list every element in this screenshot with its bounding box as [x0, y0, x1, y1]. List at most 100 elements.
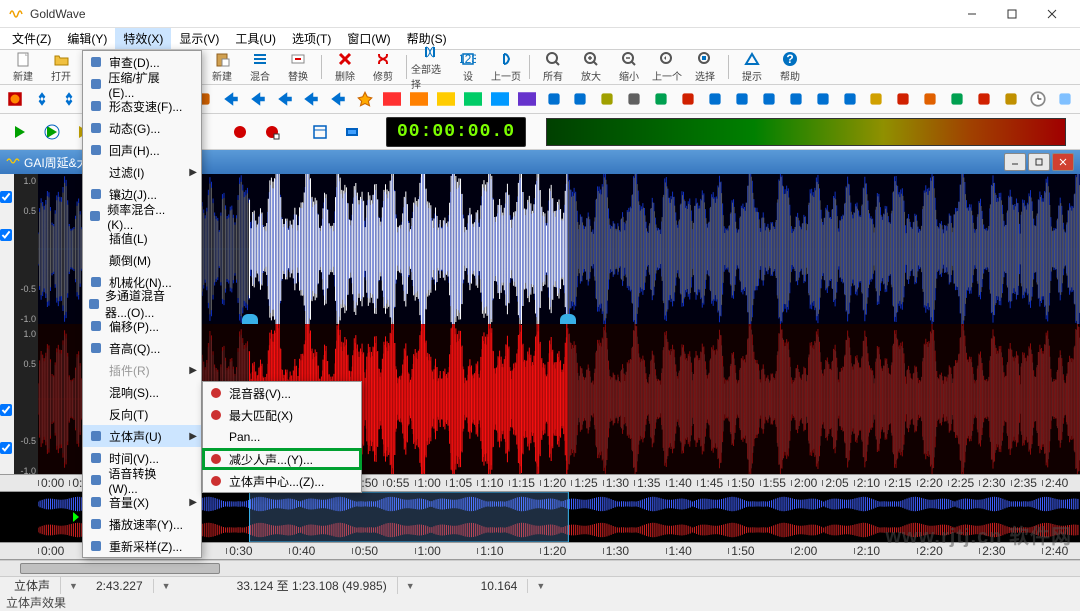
status-cursor[interactable]: 10.164	[471, 579, 529, 593]
record-sched-button[interactable]	[258, 118, 286, 146]
effect-icon-9[interactable]	[246, 87, 269, 111]
zoom-in-button[interactable]: 放大	[572, 52, 610, 82]
mix-button[interactable]: 混合	[241, 52, 279, 82]
effect-icon-0[interactable]	[4, 87, 27, 111]
selection-end-handle[interactable]	[560, 314, 576, 324]
effect-icon-14[interactable]	[381, 87, 404, 111]
zoom-out-button[interactable]: 缩小	[610, 52, 648, 82]
effect-icon-8[interactable]	[219, 87, 242, 111]
effect-icon-17[interactable]	[461, 87, 484, 111]
stereo-submenu-item-4[interactable]: 立体声中心...(Z)...	[203, 470, 361, 492]
doc-minimize-button[interactable]	[1004, 153, 1026, 171]
play-button[interactable]	[6, 118, 34, 146]
effects-menu-item-16[interactable]: 反向(T)	[83, 403, 201, 425]
effect-icon-28[interactable]	[757, 87, 780, 111]
menu-2[interactable]: 特效(X)	[115, 28, 171, 49]
effect-icon-34[interactable]	[919, 87, 942, 111]
effects-menu-item-12[interactable]: 偏移(P)...	[83, 315, 201, 337]
effect-icon-32[interactable]	[865, 87, 888, 111]
effect-icon-19[interactable]	[515, 87, 538, 111]
effects-menu-item-8[interactable]: 插值(L)	[83, 227, 201, 249]
effects-menu-item-1[interactable]: 压缩/扩展(E)...	[83, 73, 201, 95]
effect-icon-30[interactable]	[811, 87, 834, 111]
menu-3[interactable]: 显示(V)	[171, 28, 227, 49]
effect-icon-27[interactable]	[730, 87, 753, 111]
effect-icon-26[interactable]	[704, 87, 727, 111]
effects-menu-item-7[interactable]: 频率混合...(K)...	[83, 205, 201, 227]
set-button[interactable]: 123设	[449, 52, 487, 82]
last-zoom-button[interactable]: 上一个	[648, 52, 686, 82]
channel-right-checkbox[interactable]	[0, 404, 12, 416]
effects-menu-item-4[interactable]: 回声(H)...	[83, 139, 201, 161]
effect-icon-33[interactable]	[892, 87, 915, 111]
scrollbar-thumb[interactable]	[20, 563, 220, 574]
stereo-submenu-item-3[interactable]: 减少人声...(Y)...	[203, 448, 361, 470]
effects-menu-item-17[interactable]: 立体声(U)▶	[83, 425, 201, 447]
new-button[interactable]: 新建	[4, 52, 42, 82]
overview-playhead[interactable]	[73, 512, 79, 522]
effect-icon-10[interactable]	[273, 87, 296, 111]
doc-close-button[interactable]	[1052, 153, 1074, 171]
view-all-button[interactable]: 所有	[534, 52, 572, 82]
effects-menu-item-15[interactable]: 混响(S)...	[83, 381, 201, 403]
close-button[interactable]	[1032, 1, 1072, 27]
effect-icon-16[interactable]	[435, 87, 458, 111]
effect-icon-13[interactable]	[354, 87, 377, 111]
effect-icon-18[interactable]	[488, 87, 511, 111]
select-all-button[interactable]: 全部选择	[411, 52, 449, 82]
menu-1[interactable]: 编辑(Y)	[59, 28, 115, 49]
effect-icon-2[interactable]	[58, 87, 81, 111]
config-button[interactable]	[306, 118, 334, 146]
maximize-button[interactable]	[992, 1, 1032, 27]
minimize-button[interactable]	[952, 1, 992, 27]
effect-icon-20[interactable]	[542, 87, 565, 111]
effect-icon-22[interactable]	[596, 87, 619, 111]
help-button[interactable]: ?帮助	[771, 52, 809, 82]
effect-icon-36[interactable]	[973, 87, 996, 111]
cue-button[interactable]: 提示	[733, 52, 771, 82]
effect-icon-31[interactable]	[838, 87, 861, 111]
record-button[interactable]	[226, 118, 254, 146]
display-button[interactable]	[338, 118, 366, 146]
effect-icon-1[interactable]	[31, 87, 54, 111]
effects-menu-item-21[interactable]: 播放速率(Y)...	[83, 513, 201, 535]
stereo-submenu-item-2[interactable]: Pan...	[203, 426, 361, 448]
status-channel[interactable]: 立体声	[4, 577, 61, 594]
status-selection[interactable]: 33.124 至 1:23.108 (49.985)	[227, 577, 398, 594]
effect-icon-25[interactable]	[677, 87, 700, 111]
effects-menu-item-11[interactable]: 多通道混音器...(O)...	[83, 293, 201, 315]
menu-0[interactable]: 文件(Z)	[4, 28, 59, 49]
channel-left-mute[interactable]	[0, 229, 12, 241]
effects-menu-item-9[interactable]: 颠倒(M)	[83, 249, 201, 271]
menu-5[interactable]: 选项(T)	[284, 28, 339, 49]
effects-menu-item-3[interactable]: 动态(G)...	[83, 117, 201, 139]
effect-icon-11[interactable]	[300, 87, 323, 111]
zoom-sel-button[interactable]: 选择	[686, 52, 724, 82]
channel-left-checkbox[interactable]	[0, 191, 12, 203]
effects-menu-item-14[interactable]: 插件(R)▶	[83, 359, 201, 381]
horizontal-scrollbar[interactable]	[0, 560, 1080, 576]
effect-icon-24[interactable]	[650, 87, 673, 111]
effects-menu-item-19[interactable]: 语音转换(W)...	[83, 469, 201, 491]
effects-menu-item-20[interactable]: 音量(X)▶	[83, 491, 201, 513]
effect-icon-21[interactable]	[569, 87, 592, 111]
channel-right-mute[interactable]	[0, 442, 12, 454]
effect-icon-37[interactable]	[1000, 87, 1023, 111]
play-loop-button[interactable]	[38, 118, 66, 146]
stereo-submenu-item-1[interactable]: 最大匹配(X)	[203, 404, 361, 426]
open-button[interactable]: 打开	[42, 52, 80, 82]
effect-icon-38[interactable]	[1026, 87, 1049, 111]
effects-menu-item-13[interactable]: 音高(Q)...	[83, 337, 201, 359]
delete-button[interactable]: 删除	[326, 52, 364, 82]
trim-button[interactable]: 修剪	[364, 52, 402, 82]
effects-menu-item-5[interactable]: 过滤(I)▶	[83, 161, 201, 183]
stereo-submenu-item-0[interactable]: 混音器(V)...	[203, 382, 361, 404]
effect-icon-29[interactable]	[784, 87, 807, 111]
menu-6[interactable]: 窗口(W)	[339, 28, 398, 49]
doc-maximize-button[interactable]	[1028, 153, 1050, 171]
effect-icon-23[interactable]	[623, 87, 646, 111]
prev-page-button[interactable]: 上一页	[487, 52, 525, 82]
effects-menu-item-22[interactable]: 重新采样(Z)...	[83, 535, 201, 557]
effect-icon-12[interactable]	[327, 87, 350, 111]
effect-icon-35[interactable]	[946, 87, 969, 111]
